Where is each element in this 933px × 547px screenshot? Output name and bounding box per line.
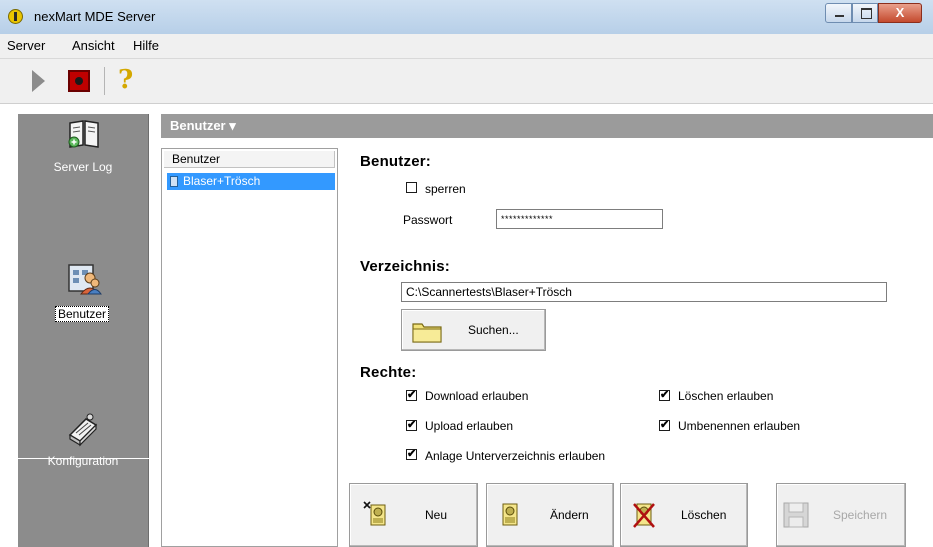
user-list: Benutzer Blaser+Trösch (161, 148, 338, 547)
suchen-label: Suchen... (468, 323, 519, 337)
users-icon (68, 264, 102, 295)
upload-checkbox[interactable]: ✔ (406, 420, 417, 431)
toolbar: ? (0, 59, 933, 104)
close-button[interactable]: X (878, 3, 922, 23)
list-item[interactable]: Blaser+Trösch (167, 173, 335, 190)
list-item-label: Blaser+Trösch (183, 174, 261, 188)
save-icon (783, 502, 809, 528)
verzeichnis-input[interactable]: C:\Scannertests\Blaser+Trösch (401, 282, 887, 302)
minimize-button[interactable] (825, 3, 852, 23)
download-label: Download erlauben (425, 389, 529, 403)
folder-icon (412, 323, 442, 343)
title-bar: nexMart MDE Server X (0, 0, 933, 34)
section-header: Benutzer ▾ (161, 114, 933, 138)
benutzer-heading: Benutzer: (360, 153, 431, 170)
passwort-input[interactable]: ************* (496, 209, 663, 229)
window-title: nexMart MDE Server (34, 9, 156, 24)
help-icon[interactable]: ? (118, 65, 133, 95)
toolbar-separator (104, 67, 105, 95)
list-header[interactable]: Benutzer (164, 151, 335, 168)
passwort-label: Passwort (403, 213, 453, 227)
aendern-label: Ändern (550, 508, 589, 522)
sperren-checkbox[interactable] (406, 182, 417, 193)
menu-ansicht[interactable]: Ansicht (72, 38, 115, 53)
delete-user-icon (633, 503, 655, 528)
verzeichnis-heading: Verzeichnis: (360, 258, 450, 275)
nav-item-konfiguration[interactable]: Konfiguration (18, 409, 148, 479)
edit-user-icon (502, 503, 518, 526)
nav-item-benutzer[interactable]: Benutzer (18, 254, 148, 324)
menu-hilfe[interactable]: Hilfe (133, 38, 159, 53)
download-checkbox[interactable]: ✔ (406, 390, 417, 401)
neu-label: Neu (425, 508, 448, 522)
section-title-dropdown[interactable]: Benutzer ▾ (170, 118, 236, 134)
unterverzeichnis-checkbox[interactable]: ✔ (406, 449, 417, 460)
nav-label-konfiguration: Konfiguration (47, 454, 119, 468)
stop-icon[interactable] (68, 70, 90, 92)
upload-label: Upload erlauben (425, 419, 514, 433)
loeschen-checkbox[interactable]: ✔ (659, 390, 670, 401)
minimize-icon (835, 15, 844, 17)
nav-label-benutzer: Benutzer (55, 306, 110, 322)
menu-bar: Server Ansicht Hilfe (0, 34, 933, 59)
umbenennen-checkbox[interactable]: ✔ (659, 420, 670, 431)
suchen-button[interactable]: Suchen... (401, 309, 546, 351)
rechte-heading: Rechte: (360, 364, 417, 381)
speichern-label: Speichern (833, 508, 888, 522)
unterverzeichnis-label: Anlage Unterverzeichnis erlauben (425, 449, 606, 463)
book-icon (68, 120, 99, 148)
nav-label-server-log: Server Log (53, 160, 113, 174)
nav-item-server-log[interactable]: Server Log (18, 114, 148, 184)
loeschen-button[interactable]: Löschen (620, 483, 748, 547)
umbenennen-label: Umbenennen erlauben (678, 419, 801, 433)
maximize-icon (861, 8, 872, 19)
app-icon[interactable] (8, 9, 23, 24)
close-icon: X (895, 5, 905, 20)
play-icon[interactable] (32, 70, 45, 92)
loeschen-action-label: Löschen (681, 508, 727, 522)
new-user-icon (363, 501, 386, 526)
config-icon (68, 413, 98, 447)
left-nav: Server Log Benutzer Konfiguration (18, 114, 149, 547)
menu-server[interactable]: Server (7, 38, 45, 53)
user-icon (170, 176, 178, 187)
sperren-label: sperren (425, 182, 466, 196)
speichern-button[interactable]: Speichern (776, 483, 906, 547)
maximize-button[interactable] (852, 3, 878, 23)
aendern-button[interactable]: Ändern (486, 483, 614, 547)
loeschen-label: Löschen erlauben (678, 389, 774, 403)
neu-button[interactable]: Neu (349, 483, 478, 547)
